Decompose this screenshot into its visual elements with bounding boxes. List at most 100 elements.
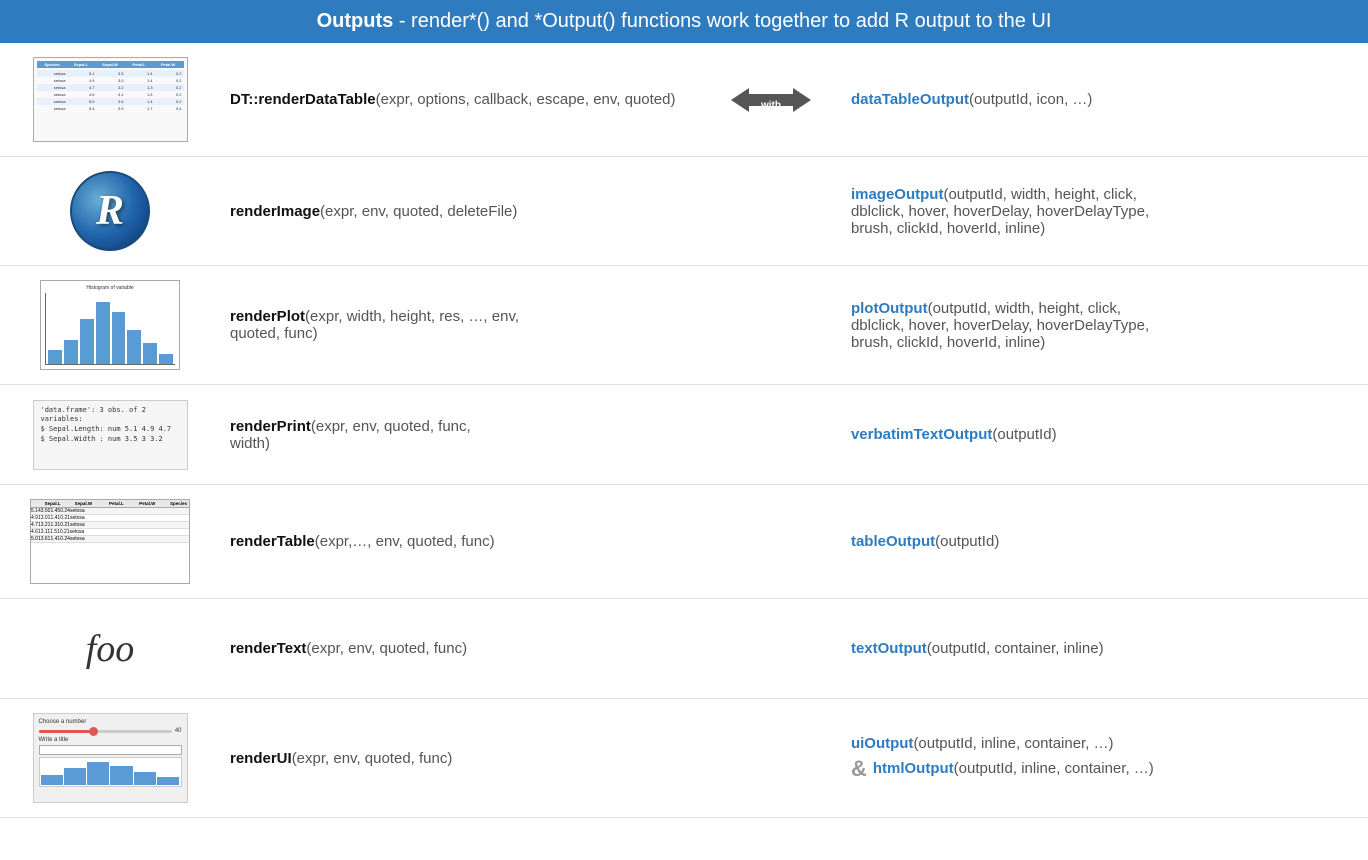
htmloutput-line: htmlOutput(outputId, inline, container, … (873, 760, 1154, 777)
render-print-fn: renderPrint(expr, env, quoted, func,widt… (210, 418, 711, 452)
render-datatable-args: (expr, options, callback, escape, env, q… (376, 91, 676, 108)
render-ui-fn: renderUI(expr, env, quoted, func) (210, 750, 711, 767)
table-row: 4.713.211.310.21setosa (31, 522, 189, 529)
renderplot-name: renderPlot (230, 308, 305, 325)
ui-thumbnail: Choose a number 40 Write a title (33, 713, 188, 803)
plot-thumbnail: Histogram of variable (40, 280, 180, 370)
table-row: 4.613.111.510.21setosa (31, 529, 189, 536)
output-ui-fn: uiOutput(outputId, inline, container, …)… (831, 735, 1358, 782)
uioutput-line: uiOutput(outputId, inline, container, …) (851, 735, 1358, 752)
row-ui: Choose a number 40 Write a title renderU… (0, 699, 1368, 818)
output-datatable-fn: dataTableOutput(outputId, icon, …) (831, 91, 1358, 108)
icon-plot: Histogram of variable (10, 280, 210, 370)
header-outputs: Outputs (317, 10, 394, 32)
icon-datatable: SpeciesSepal.LSepal.WPetal.LPetal.W seto… (10, 57, 210, 142)
col-species: Species (157, 500, 189, 507)
icon-text: foo (10, 627, 210, 671)
foo-text: foo (86, 627, 135, 671)
rendertable-args: (expr,…, env, quoted, func) (315, 533, 495, 550)
col-sepal-w: Sepal.W (63, 500, 95, 507)
textoutput-args: (outputId, container, inline) (927, 640, 1104, 657)
ampersand-symbol: & (851, 756, 867, 782)
imageoutput-name: imageOutput (851, 186, 944, 203)
bar3 (80, 319, 94, 364)
row-print: 'data.frame': 3 obs. of 2 variables: $ S… (0, 385, 1368, 485)
bar6 (127, 330, 141, 365)
plot-thumb-title: Histogram of variable (45, 285, 175, 291)
uioutput-args: (outputId, inline, container, …) (913, 735, 1113, 752)
table-thumbnail: Sepal.L Sepal.W Petal.L Petal.W Species … (30, 499, 190, 584)
print-line2: $ Sepal.Length: num 5.1 4.9 4.7 (41, 425, 180, 435)
print-thumbnail: 'data.frame': 3 obs. of 2 variables: $ S… (33, 400, 188, 470)
htmloutput-args: (outputId, inline, container, …) (954, 760, 1154, 777)
renderui-name: renderUI (230, 750, 292, 767)
mini-bar6 (157, 777, 179, 785)
output-plot-fn: plotOutput(outputId, width, height, clic… (831, 300, 1358, 351)
mini-bar2 (64, 768, 86, 785)
ui-slider: 40 (39, 728, 182, 734)
print-line3: $ Sepal.Width : num 3.5 3 3.2 (41, 435, 180, 445)
ui-label1: Choose a number (39, 719, 182, 725)
mini-bar1 (41, 775, 63, 785)
tableoutput-name: tableOutput (851, 533, 935, 550)
row-table: Sepal.L Sepal.W Petal.L Petal.W Species … (0, 485, 1368, 599)
col-petal-w: Petal.W (126, 500, 158, 507)
plotoutput-name: plotOutput (851, 300, 928, 317)
renderimage-args: (expr, env, quoted, deleteFile) (320, 203, 517, 220)
render-image-fn: renderImage(expr, env, quoted, deleteFil… (210, 203, 711, 220)
bar4 (96, 302, 110, 364)
bar5 (112, 312, 126, 364)
col-petal-l: Petal.L (94, 500, 126, 507)
bar7 (143, 343, 157, 364)
icon-image: R (10, 171, 210, 251)
mini-bar4 (110, 766, 132, 786)
row-plot: Histogram of variable renderPlot(expr, w… (0, 266, 1368, 385)
htmloutput-name: htmlOutput (873, 760, 954, 777)
ampersand-row: & htmlOutput(outputId, inline, container… (851, 756, 1358, 782)
rendertext-args: (expr, env, quoted, func) (306, 640, 467, 657)
slider-fill (39, 730, 92, 733)
output-image-fn: imageOutput(outputId, width, height, cli… (831, 186, 1358, 237)
renderui-args: (expr, env, quoted, func) (292, 750, 453, 767)
bar1 (48, 350, 62, 364)
icon-ui: Choose a number 40 Write a title (10, 713, 210, 803)
renderprint-name: renderPrint (230, 418, 311, 435)
arrow-svg: works with (721, 70, 821, 130)
render-text-fn: renderText(expr, env, quoted, func) (210, 640, 711, 657)
header-description: - render*() and *Output() functions work… (393, 10, 1051, 32)
uioutput-name: uiOutput (851, 735, 913, 752)
table-row: 5.013.611.410.24setosa (31, 536, 189, 543)
output-text-fn: textOutput(outputId, container, inline) (831, 640, 1358, 657)
ui-mini-plot (39, 757, 182, 787)
mini-bar3 (87, 762, 109, 785)
svg-text:works: works (756, 85, 786, 96)
tableoutput-args: (outputId) (935, 533, 999, 550)
row-datatable: SpeciesSepal.LSepal.WPetal.LPetal.W seto… (0, 43, 1368, 157)
row-image: R renderImage(expr, env, quoted, deleteF… (0, 157, 1368, 266)
slider-track (39, 730, 172, 733)
ui-text-input (39, 745, 182, 755)
page-header: Outputs - render*() and *Output() functi… (0, 0, 1368, 43)
r-logo: R (70, 171, 150, 251)
svg-text:with: with (760, 100, 781, 111)
plot-area (45, 293, 175, 365)
bar2 (64, 340, 78, 364)
row-text: foo renderText(expr, env, quoted, func) … (0, 599, 1368, 699)
col-sepal-l: Sepal.L (31, 500, 63, 507)
render-plot-fn: renderPlot(expr, width, height, res, …, … (210, 308, 711, 342)
table-row: 5.143.501.450.24setosa (31, 508, 189, 515)
output-print-fn: verbatimTextOutput(outputId) (831, 426, 1358, 443)
dt-prefix: DT::renderDataTable (230, 91, 376, 108)
textoutput-name: textOutput (851, 640, 927, 657)
icon-table: Sepal.L Sepal.W Petal.L Petal.W Species … (10, 499, 210, 584)
rendertable-name: renderTable (230, 533, 315, 550)
rendertext-name: renderText (230, 640, 306, 657)
verbatimtextoutput-name: verbatimTextOutput (851, 426, 992, 443)
works-with-arrow: works with (711, 70, 831, 130)
table-row: 4.913.011.410.21setosa (31, 515, 189, 522)
print-line1: 'data.frame': 3 obs. of 2 variables: (41, 406, 180, 426)
slider-thumb (89, 727, 98, 736)
datatableoutput-name: dataTableOutput (851, 91, 969, 108)
render-table-fn: renderTable(expr,…, env, quoted, func) (210, 533, 711, 550)
bar8 (159, 354, 173, 364)
